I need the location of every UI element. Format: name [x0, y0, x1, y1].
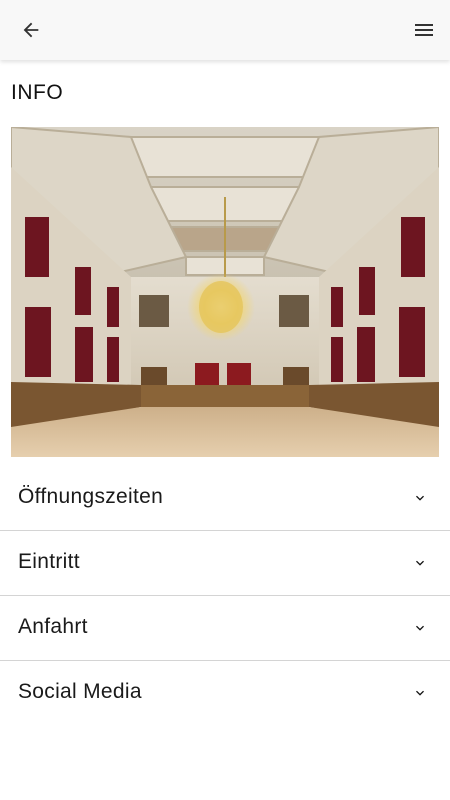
arrow-left-icon: [23, 22, 39, 38]
accordion-item-anfahrt[interactable]: Anfahrt: [0, 596, 450, 661]
accordion-item-social-media[interactable]: Social Media: [0, 661, 450, 725]
app-bar: [0, 0, 450, 60]
hamburger-menu-icon: [415, 24, 433, 36]
menu-button[interactable]: [406, 12, 442, 48]
accordion-item-label: Social Media: [18, 680, 142, 703]
back-button[interactable]: [13, 12, 49, 48]
chevron-down-icon: [416, 560, 424, 566]
accordion-item-label: Eintritt: [18, 550, 80, 573]
accordion-item-oeffnungszeiten[interactable]: Öffnungszeiten: [0, 466, 450, 531]
hall-photo: [11, 127, 439, 457]
accordion-item-label: Anfahrt: [18, 615, 88, 638]
hero-image: [11, 127, 439, 457]
accordion-item-label: Öffnungszeiten: [18, 485, 164, 508]
chevron-down-icon: [416, 690, 424, 696]
accordion-item-eintritt[interactable]: Eintritt: [0, 531, 450, 596]
chevron-down-icon: [416, 625, 424, 631]
info-accordion: Öffnungszeiten Eintritt Anfahrt Social M…: [0, 466, 450, 725]
chevron-down-icon: [416, 495, 424, 501]
page-title: INFO: [11, 81, 64, 104]
